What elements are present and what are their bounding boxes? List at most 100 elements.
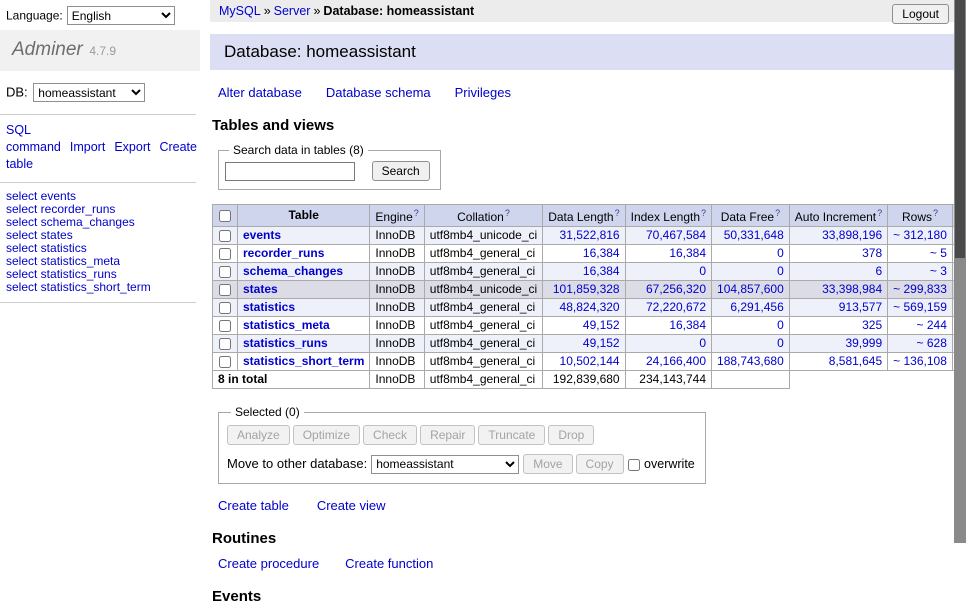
auto-increment-link[interactable]: 33,898,196 xyxy=(822,228,882,242)
drop-button[interactable]: Drop xyxy=(548,425,594,445)
sidebar-select-states[interactable]: select states xyxy=(6,228,73,242)
auto-increment-link[interactable]: 325 xyxy=(862,318,882,332)
index-length-link[interactable]: 70,467,584 xyxy=(646,228,706,242)
optimize-button[interactable]: Optimize xyxy=(293,425,360,445)
data-free-link[interactable]: 6,291,456 xyxy=(730,300,783,314)
sidebar-select-schema-changes[interactable]: select schema_changes xyxy=(6,215,135,229)
data-length-link[interactable]: 31,522,816 xyxy=(560,228,620,242)
data-free-link[interactable]: 0 xyxy=(777,336,784,350)
sidebar-select-recorder-runs[interactable]: select recorder_runs xyxy=(6,202,115,216)
sidebar-select-statistics-short-term[interactable]: select statistics_short_term xyxy=(6,280,151,294)
privileges-link[interactable]: Privileges xyxy=(455,85,511,100)
data-length-link[interactable]: 10,502,144 xyxy=(560,354,620,368)
data-free-link[interactable]: 0 xyxy=(777,318,784,332)
table-name-link[interactable]: statistics_runs xyxy=(243,336,328,350)
create-view-link[interactable]: Create view xyxy=(317,498,386,513)
sidebar-select-statistics[interactable]: select statistics xyxy=(6,241,87,255)
rows-count-link[interactable]: ~ 312,180 xyxy=(893,228,947,242)
table-name-link[interactable]: statistics_short_term xyxy=(243,354,364,368)
index-length-help-link[interactable]: ? xyxy=(701,208,706,218)
data-free-help-link[interactable]: ? xyxy=(775,208,780,218)
row-checkbox[interactable] xyxy=(219,320,231,332)
auto-increment-link[interactable]: 39,999 xyxy=(845,336,882,350)
scrollbar-thumb[interactable] xyxy=(955,0,965,258)
sidebar-select-events[interactable]: select events xyxy=(6,189,76,203)
rows-help-link[interactable]: ? xyxy=(933,208,938,218)
data-length-link[interactable]: 48,824,320 xyxy=(560,300,620,314)
collation-help-link[interactable]: ? xyxy=(505,208,510,218)
index-length-link[interactable]: 0 xyxy=(699,336,706,350)
logout-button[interactable]: Logout xyxy=(892,4,949,24)
overwrite-checkbox[interactable] xyxy=(628,459,640,471)
row-checkbox[interactable] xyxy=(219,284,231,296)
row-checkbox[interactable] xyxy=(219,302,231,314)
rows-count-link[interactable]: ~ 136,108 xyxy=(893,354,947,368)
row-checkbox[interactable] xyxy=(219,230,231,242)
auto-increment-link[interactable]: 33,398,984 xyxy=(822,282,882,296)
row-checkbox[interactable] xyxy=(219,248,231,260)
table-name-link[interactable]: schema_changes xyxy=(243,264,343,278)
index-length-link[interactable]: 24,166,400 xyxy=(646,354,706,368)
rows-count-link[interactable]: ~ 3 xyxy=(930,264,947,278)
data-length-link[interactable]: 16,384 xyxy=(583,264,620,278)
create-function-link[interactable]: Create function xyxy=(345,556,433,571)
sidebar-select-statistics-meta[interactable]: select statistics_meta xyxy=(6,254,120,268)
auto-increment-link[interactable]: 6 xyxy=(875,264,882,278)
data-length-link[interactable]: 101,859,328 xyxy=(553,282,620,296)
import-link[interactable]: Import xyxy=(70,140,105,154)
data-length-link[interactable]: 16,384 xyxy=(583,246,620,260)
db-select[interactable]: homeassistant xyxy=(33,83,145,102)
data-free-link[interactable]: 0 xyxy=(777,246,784,260)
copy-button[interactable]: Copy xyxy=(576,454,624,474)
truncate-button[interactable]: Truncate xyxy=(478,425,545,445)
table-name-link[interactable]: events xyxy=(243,228,281,242)
auto-increment-link[interactable]: 8,581,645 xyxy=(829,354,882,368)
language-select[interactable]: English xyxy=(67,6,175,25)
repair-button[interactable]: Repair xyxy=(420,425,475,445)
vertical-scrollbar[interactable] xyxy=(954,0,966,543)
data-free-link[interactable]: 104,857,600 xyxy=(717,282,784,296)
auto-increment-link[interactable]: 913,577 xyxy=(839,300,882,314)
data-free-link[interactable]: 188,743,680 xyxy=(717,354,784,368)
index-length-link[interactable]: 72,220,672 xyxy=(646,300,706,314)
index-length-link[interactable]: 16,384 xyxy=(669,318,706,332)
index-length-link[interactable]: 67,256,320 xyxy=(646,282,706,296)
sql-command-link[interactable]: SQL command xyxy=(6,123,61,154)
create-procedure-link[interactable]: Create procedure xyxy=(218,556,319,571)
row-checkbox[interactable] xyxy=(219,338,231,350)
analyze-button[interactable]: Analyze xyxy=(227,425,290,445)
sidebar-select-statistics-runs[interactable]: select statistics_runs xyxy=(6,267,117,281)
database-schema-link[interactable]: Database schema xyxy=(326,85,431,100)
search-input[interactable] xyxy=(225,162,355,181)
index-length-link[interactable]: 0 xyxy=(699,264,706,278)
row-checkbox[interactable] xyxy=(219,266,231,278)
table-name-link[interactable]: statistics_meta xyxy=(243,318,330,332)
breadcrumb-mysql-link[interactable]: MySQL xyxy=(219,4,261,18)
move-database-select[interactable]: homeassistant xyxy=(371,455,519,474)
data-free-link[interactable]: 0 xyxy=(777,264,784,278)
table-name-link[interactable]: recorder_runs xyxy=(243,246,324,260)
auto-increment-link[interactable]: 378 xyxy=(862,246,882,260)
breadcrumb-server-link[interactable]: Server xyxy=(274,4,311,18)
select-all-checkbox[interactable] xyxy=(219,210,231,222)
alter-database-link[interactable]: Alter database xyxy=(218,85,302,100)
search-button[interactable]: Search xyxy=(372,161,430,181)
move-button[interactable]: Move xyxy=(523,454,572,474)
data-length-link[interactable]: 49,152 xyxy=(583,318,620,332)
export-link[interactable]: Export xyxy=(114,140,150,154)
rows-count-link[interactable]: ~ 628 xyxy=(917,336,947,350)
table-name-link[interactable]: statistics xyxy=(243,300,295,314)
data-length-link[interactable]: 49,152 xyxy=(583,336,620,350)
rows-count-link[interactable]: ~ 299,833 xyxy=(893,282,947,296)
row-checkbox[interactable] xyxy=(219,356,231,368)
overwrite-option[interactable]: overwrite xyxy=(627,457,695,471)
index-length-link[interactable]: 16,384 xyxy=(669,246,706,260)
rows-count-link[interactable]: ~ 569,159 xyxy=(893,300,947,314)
rows-count-link[interactable]: ~ 244 xyxy=(917,318,947,332)
engine-help-link[interactable]: ? xyxy=(414,208,419,218)
data-free-link[interactable]: 50,331,648 xyxy=(724,228,784,242)
rows-count-link[interactable]: ~ 5 xyxy=(930,246,947,260)
auto-increment-help-link[interactable]: ? xyxy=(877,208,882,218)
create-table-link[interactable]: Create table xyxy=(218,498,289,513)
table-name-link[interactable]: states xyxy=(243,282,278,296)
